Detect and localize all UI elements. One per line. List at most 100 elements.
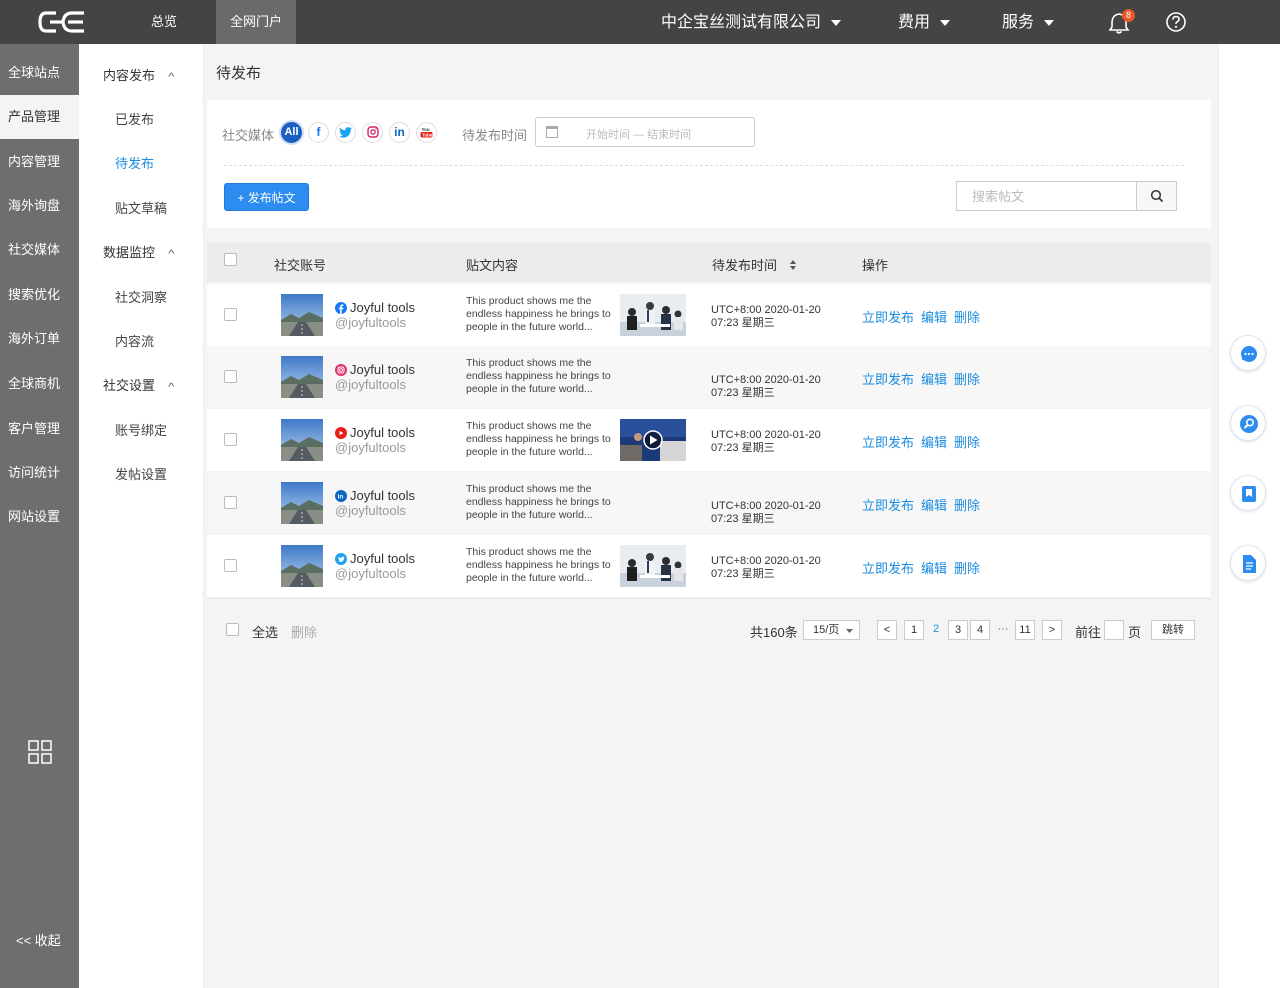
social-filter-all[interactable]: All — [281, 122, 302, 143]
page-2-current[interactable]: 2 — [926, 620, 946, 640]
edit-link[interactable]: 编辑 — [921, 435, 947, 450]
company-dropdown[interactable]: 中企宝丝测试有限公司 — [661, 0, 842, 44]
delete-link[interactable]: 删除 — [954, 498, 980, 513]
goto-page-input[interactable] — [1104, 620, 1124, 640]
delete-link[interactable]: 删除 — [954, 372, 980, 387]
nav-product-management[interactable]: 产品管理 — [0, 95, 79, 139]
group-data-monitor[interactable]: 数据监控 ^ — [103, 242, 174, 261]
tab-overview[interactable]: 总览 — [136, 0, 192, 44]
search-circle-icon — [1240, 415, 1258, 433]
search-input[interactable] — [957, 182, 1138, 210]
social-media-label: 社交媒体 — [222, 128, 275, 143]
prev-page-button[interactable]: < — [877, 620, 897, 640]
nav-visit-stats[interactable]: 访问统计 — [0, 451, 79, 495]
account-avatar — [281, 419, 323, 461]
search-tool-button[interactable] — [1230, 405, 1266, 441]
edit-link[interactable]: 编辑 — [921, 498, 947, 513]
table-header: 社交账号 贴文内容 待发布时间 操作 — [207, 243, 1211, 282]
publish-now-link[interactable]: 立即发布 — [862, 435, 914, 450]
group-content-publish[interactable]: 内容发布 ^ — [103, 65, 174, 84]
row-checkbox[interactable] — [224, 496, 237, 509]
scheduled-weekday: 07:23 星期三 — [711, 513, 775, 525]
next-page-button[interactable]: > — [1042, 620, 1062, 640]
account-cell: Joyful tools @joyfultools — [335, 299, 415, 330]
post-text: This product shows me the endless happin… — [466, 483, 611, 521]
instagram-icon[interactable] — [362, 122, 383, 143]
post-image[interactable] — [620, 294, 686, 336]
scheduled-time: UTC+8:00 2020-01-20 07:23 星期三 — [711, 555, 821, 581]
column-time[interactable]: 待发布时间 — [712, 255, 797, 274]
page-11[interactable]: 11 — [1015, 620, 1035, 640]
row-checkbox[interactable] — [224, 559, 237, 572]
divider — [224, 165, 1184, 166]
publish-post-button[interactable]: + 发布帖文 — [224, 183, 309, 211]
select-all-rows-checkbox[interactable] — [224, 253, 237, 266]
table-row: Joyful tools @joyfultools This product sho… — [207, 284, 1211, 346]
tab-portal[interactable]: 全网门户 — [216, 0, 296, 44]
youtube-icon[interactable]: You Tube — [416, 122, 437, 143]
help-icon[interactable] — [1166, 12, 1186, 32]
date-range-picker[interactable]: 开始时间 — 结束时间 — [535, 117, 755, 147]
nav-content-management[interactable]: 内容管理 — [0, 140, 79, 184]
delete-link[interactable]: 删除 — [954, 561, 980, 576]
select-all-checkbox[interactable] — [226, 623, 239, 636]
account-name: Joyful tools — [350, 362, 416, 378]
nav-site-settings[interactable]: 网站设置 — [0, 495, 79, 539]
publish-now-link[interactable]: 立即发布 — [862, 498, 914, 513]
fees-label: 费用 — [898, 14, 931, 31]
page-3[interactable]: 3 — [948, 620, 968, 640]
nav-customer-management[interactable]: 客户管理 — [0, 407, 79, 451]
nav-overseas-inquiry[interactable]: 海外询盘 — [0, 184, 79, 228]
delete-link[interactable]: 删除 — [954, 435, 980, 450]
select-all-label[interactable]: 全选 — [252, 622, 278, 641]
search-button[interactable] — [1136, 182, 1176, 210]
service-menu[interactable]: 服务 — [1002, 0, 1055, 44]
post-video-thumbnail[interactable] — [620, 419, 686, 461]
row-checkbox[interactable] — [224, 370, 237, 383]
edit-link[interactable]: 编辑 — [921, 372, 947, 387]
top-bar: 总览 全网门户 中企宝丝测试有限公司 费用 服务 8 — [0, 0, 1280, 44]
row-checkbox[interactable] — [224, 308, 237, 321]
chat-button[interactable] — [1230, 335, 1266, 371]
bookmark-button[interactable] — [1230, 475, 1266, 511]
subnav-drafts[interactable]: 贴文草稿 — [115, 198, 167, 217]
publish-now-link[interactable]: 立即发布 — [862, 372, 914, 387]
bulk-delete-button[interactable]: 删除 — [291, 622, 317, 641]
page-1[interactable]: 1 — [904, 620, 924, 640]
page-4[interactable]: 4 — [970, 620, 990, 640]
column-content: 贴文内容 — [466, 258, 519, 273]
publish-now-link[interactable]: 立即发布 — [862, 310, 914, 325]
collapse-button[interactable]: << 收起 — [16, 930, 61, 949]
post-image[interactable] — [620, 545, 686, 587]
page-size-select[interactable]: 15/页 — [803, 620, 860, 640]
subnav-social-insights[interactable]: 社交洞察 — [115, 287, 167, 306]
document-button[interactable] — [1230, 545, 1266, 581]
fees-menu[interactable]: 费用 — [898, 0, 951, 44]
edit-link[interactable]: 编辑 — [921, 561, 947, 576]
edit-link[interactable]: 编辑 — [921, 310, 947, 325]
nav-social-media[interactable]: 社交媒体 — [0, 228, 79, 272]
jump-button[interactable]: 跳转 — [1151, 620, 1195, 640]
subnav-content-stream[interactable]: 内容流 — [115, 331, 154, 350]
facebook-icon[interactable]: f — [308, 122, 329, 143]
publish-now-link[interactable]: 立即发布 — [862, 561, 914, 576]
subnav-post-settings[interactable]: 发帖设置 — [115, 464, 167, 483]
delete-link[interactable]: 删除 — [954, 310, 980, 325]
logo[interactable] — [38, 9, 88, 35]
twitter-icon[interactable] — [335, 122, 356, 143]
apps-grid-icon[interactable] — [28, 740, 52, 764]
nav-global-opportunities[interactable]: 全球商机 — [0, 362, 79, 406]
account-avatar — [281, 545, 323, 587]
subnav-published[interactable]: 已发布 — [115, 109, 154, 128]
linkedin-icon[interactable]: in — [389, 122, 410, 143]
account-handle: @joyfultools — [335, 566, 407, 582]
group-social-settings[interactable]: 社交设置 ^ — [103, 375, 174, 394]
subnav-pending[interactable]: 待发布 — [115, 153, 154, 172]
nav-seo[interactable]: 搜索优化 — [0, 273, 79, 317]
nav-global-sites[interactable]: 全球站点 — [0, 51, 79, 95]
subnav-account-binding[interactable]: 账号绑定 — [115, 420, 167, 439]
row-actions: 立即发布 编辑 删除 — [862, 558, 987, 577]
nav-overseas-orders[interactable]: 海外订单 — [0, 317, 79, 361]
chevron-down-icon — [846, 629, 853, 633]
row-checkbox[interactable] — [224, 433, 237, 446]
